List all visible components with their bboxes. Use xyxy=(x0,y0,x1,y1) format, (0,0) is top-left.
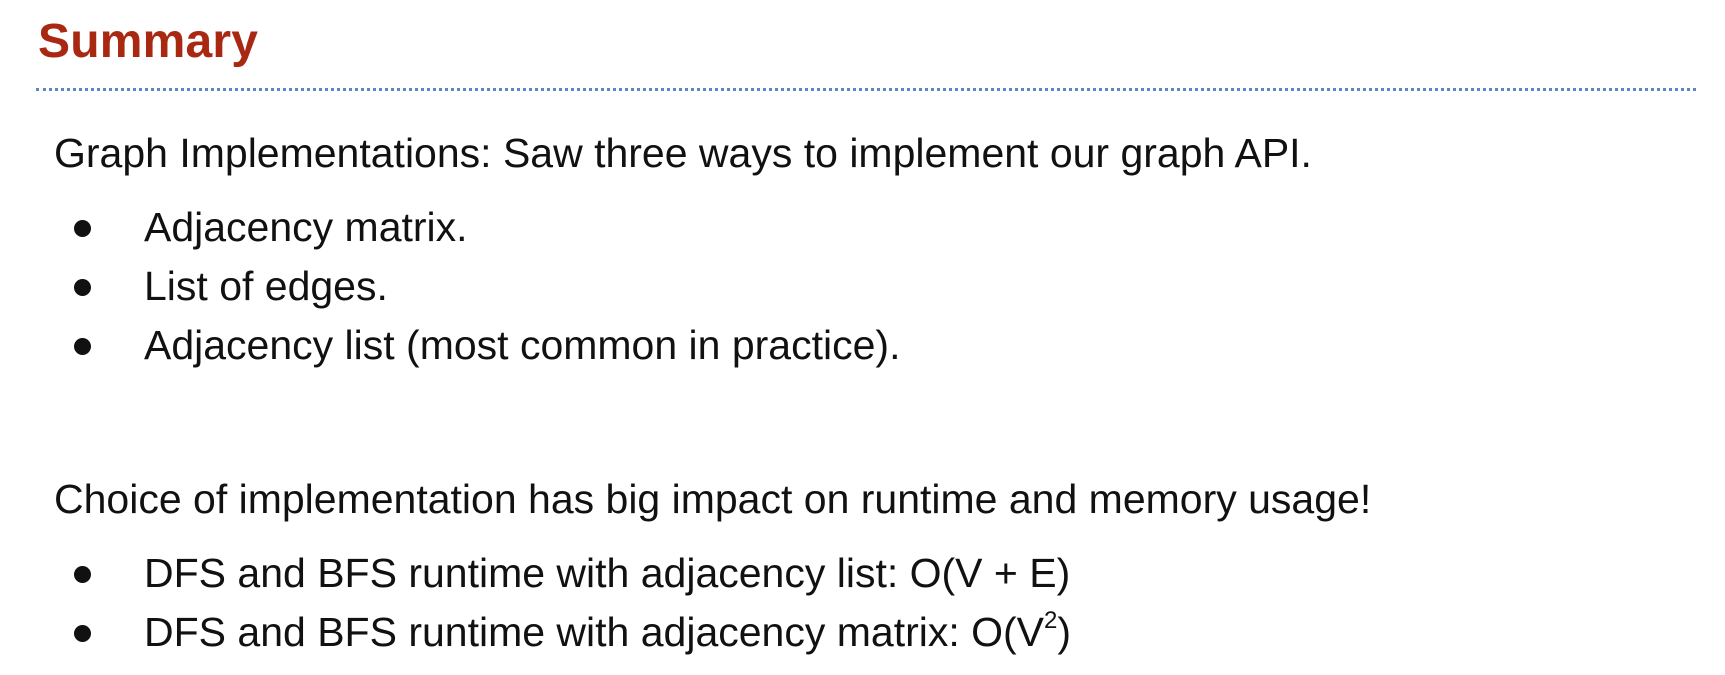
list-item-suffix: ) xyxy=(1057,609,1072,655)
list-item-text: Adjacency list (most common in practice)… xyxy=(144,322,901,368)
list-item-text: DFS and BFS runtime with adjacency matri… xyxy=(144,609,1045,655)
list-item-text: List of edges. xyxy=(144,263,388,309)
bullet-icon xyxy=(74,625,91,642)
bullet-icon xyxy=(74,279,91,296)
superscript-exponent: 2 xyxy=(1044,607,1058,634)
bullet-list: DFS and BFS runtime with adjacency list:… xyxy=(54,544,1371,662)
list-item: List of edges. xyxy=(54,257,1312,316)
section-lead: Graph Implementations: Saw three ways to… xyxy=(54,130,1312,176)
list-item: DFS and BFS runtime with adjacency matri… xyxy=(54,603,1371,662)
bullet-list: Adjacency matrix. List of edges. Adjacen… xyxy=(54,198,1312,375)
runtime-memory-section: Choice of implementation has big impact … xyxy=(54,472,1371,662)
graph-implementations-section: Graph Implementations: Saw three ways to… xyxy=(54,126,1312,375)
section-lead: Choice of implementation has big impact … xyxy=(54,476,1372,522)
bullet-icon xyxy=(74,566,91,583)
list-item: DFS and BFS runtime with adjacency list:… xyxy=(54,544,1371,603)
list-item: Adjacency matrix. xyxy=(54,198,1312,257)
title-divider xyxy=(36,88,1696,91)
list-item-text: DFS and BFS runtime with adjacency list:… xyxy=(144,550,1071,596)
bullet-icon xyxy=(74,220,91,237)
slide-title: Summary xyxy=(38,15,259,68)
bullet-icon xyxy=(74,338,91,355)
list-item-text: Adjacency matrix. xyxy=(144,204,468,250)
list-item: Adjacency list (most common in practice)… xyxy=(54,316,1312,375)
